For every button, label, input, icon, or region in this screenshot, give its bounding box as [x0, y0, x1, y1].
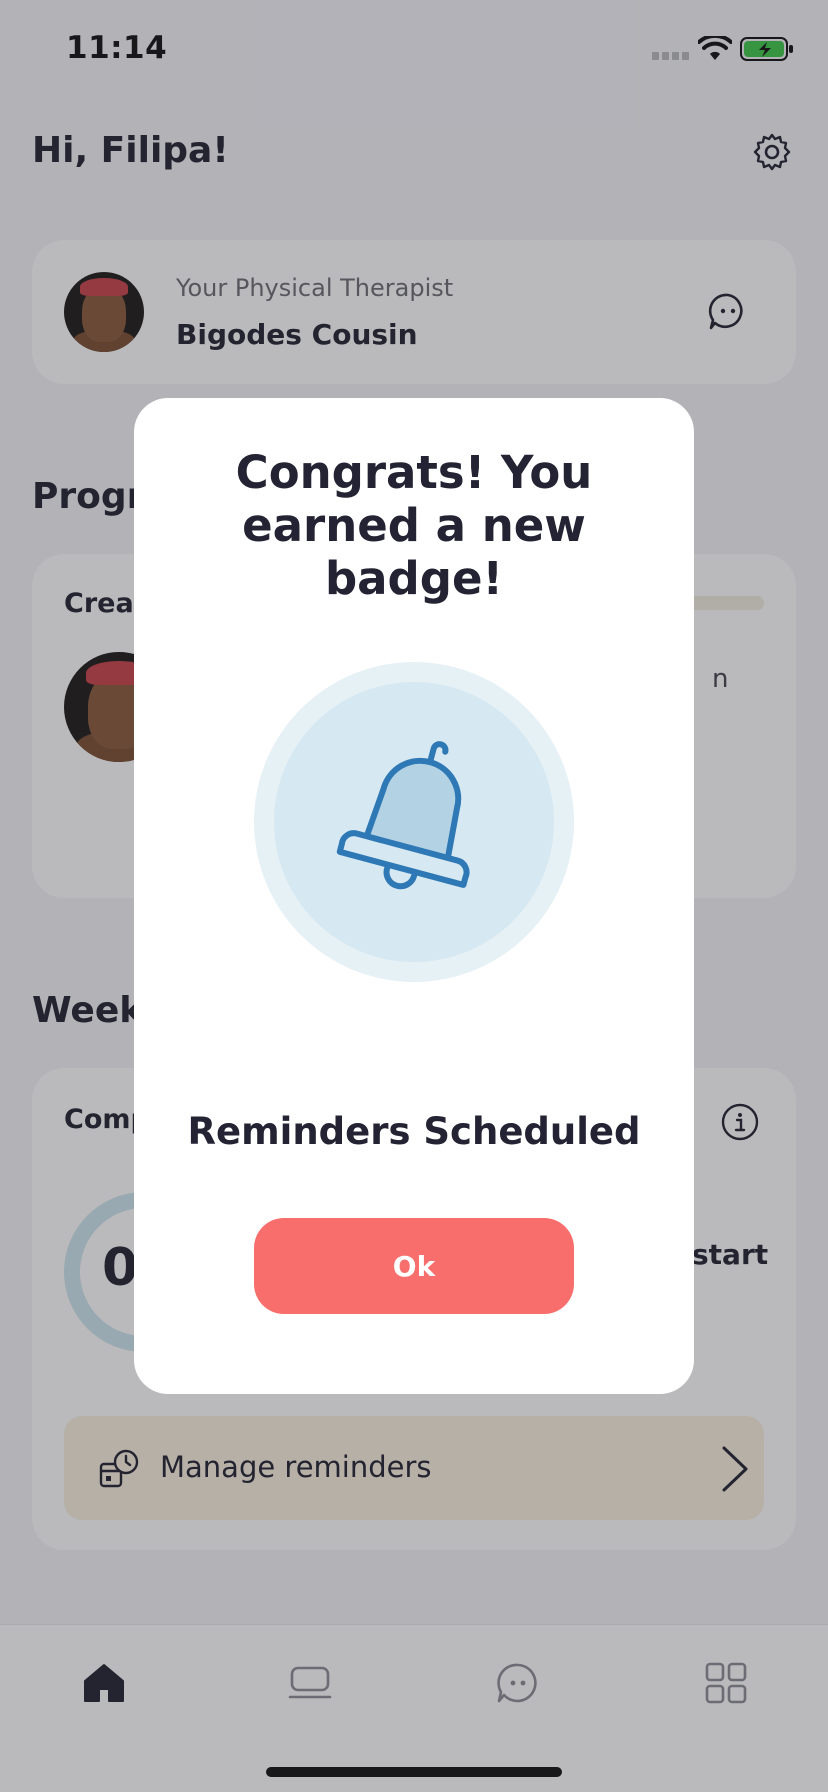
bell-icon	[254, 662, 574, 982]
ok-button[interactable]: Ok	[254, 1218, 574, 1314]
modal-title: Congrats! You earned a new badge!	[235, 446, 593, 605]
badge-name: Reminders Scheduled	[187, 1110, 641, 1153]
badge-modal: Congrats! You earned a new badge! Remind…	[134, 398, 694, 1394]
